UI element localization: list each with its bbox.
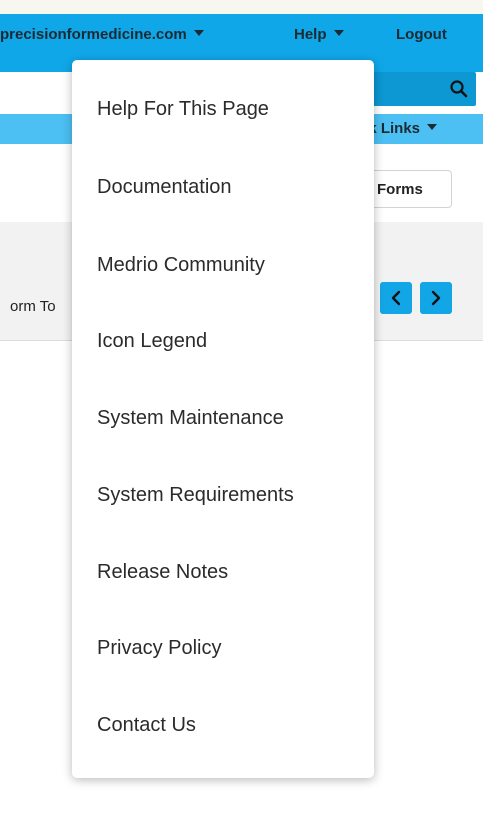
menu-item-medrio-community[interactable]: Medrio Community	[97, 254, 265, 277]
chevron-down-icon	[193, 30, 204, 37]
help-menu-toggle[interactable]: Help	[294, 26, 344, 43]
menu-item-privacy-policy[interactable]: Privacy Policy	[97, 637, 221, 660]
logout-link[interactable]: Logout	[396, 26, 447, 43]
chevron-right-icon	[431, 290, 441, 306]
previous-button[interactable]	[380, 282, 412, 314]
form-panel-label: orm To	[10, 298, 56, 315]
help-menu-label: Help	[294, 26, 327, 43]
menu-item-icon-legend[interactable]: Icon Legend	[97, 330, 207, 353]
menu-item-release-notes[interactable]: Release Notes	[97, 561, 228, 584]
menu-item-system-maintenance[interactable]: System Maintenance	[97, 407, 284, 430]
chevron-down-icon	[427, 124, 438, 131]
menu-item-documentation[interactable]: Documentation	[97, 176, 232, 199]
help-dropdown-menu: Help For This Page Documentation Medrio …	[72, 60, 374, 778]
chevron-down-icon	[333, 30, 344, 37]
menu-item-help-for-this-page[interactable]: Help For This Page	[97, 98, 269, 121]
forms-button-label: Forms	[377, 181, 423, 198]
search-icon[interactable]	[448, 78, 470, 100]
next-button[interactable]	[420, 282, 452, 314]
menu-item-system-requirements[interactable]: System Requirements	[97, 484, 294, 507]
menu-item-contact-us[interactable]: Contact Us	[97, 714, 196, 737]
account-domain-label: precisionformedicine.com	[0, 26, 187, 43]
top-strip	[0, 0, 483, 14]
chevron-left-icon	[391, 290, 401, 306]
account-domain-menu[interactable]: precisionformedicine.com	[0, 26, 204, 43]
